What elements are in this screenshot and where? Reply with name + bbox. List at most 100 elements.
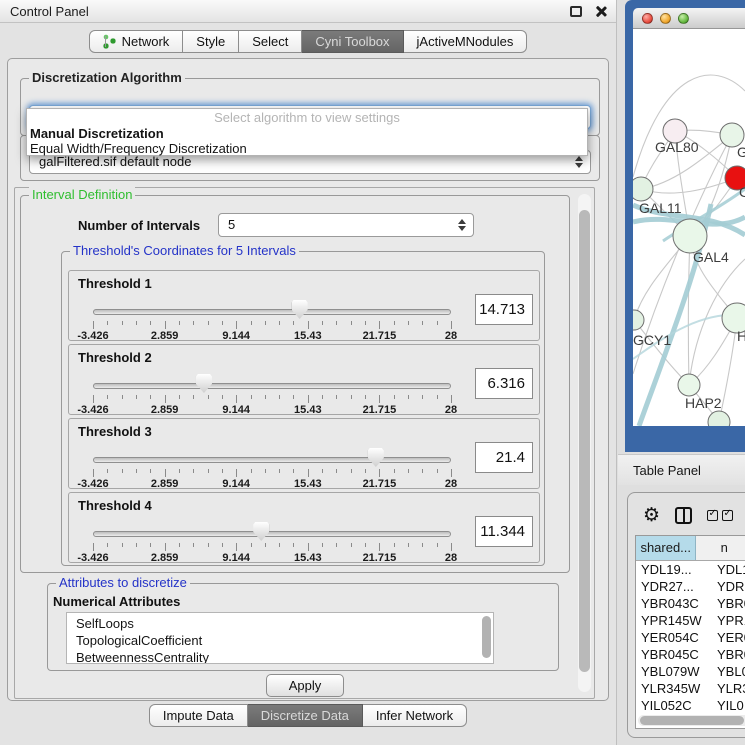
close-icon[interactable] [595, 6, 606, 17]
horizontal-scrollbar[interactable] [638, 715, 745, 726]
network-edge [688, 236, 690, 385]
apply-button[interactable]: Apply [266, 674, 344, 697]
slider-track[interactable] [93, 383, 451, 389]
tick-mark [365, 543, 366, 547]
cell-name[interactable]: YBR0 [712, 595, 745, 612]
list-scrollbar-thumb[interactable] [482, 616, 491, 658]
cell-shared-name[interactable]: YBR045C [636, 646, 712, 663]
vertical-scrollbar[interactable] [578, 194, 591, 692]
table-row[interactable]: YBL079WYBL0 [636, 663, 745, 680]
cell-name[interactable]: YBR0 [712, 646, 745, 663]
cell-name[interactable]: YDR2 [712, 578, 745, 595]
gear-icon[interactable]: ⚙ [643, 506, 660, 525]
tick-mark [208, 321, 209, 325]
slider-thumb[interactable] [253, 522, 269, 541]
popup-item-equal-width-frequency-discretization[interactable]: Equal Width/Frequency Discretization [27, 141, 587, 156]
cell-shared-name[interactable]: YBR043C [636, 595, 712, 612]
table-row[interactable]: YDR27...YDR2 [636, 578, 745, 595]
tab-impute-data[interactable]: Impute Data [149, 704, 248, 727]
checkbox-checked-icon[interactable] [707, 510, 718, 521]
network-node[interactable] [633, 310, 644, 330]
slider-track[interactable] [93, 309, 451, 315]
cell-shared-name[interactable]: YBL079W [636, 663, 712, 680]
tab-cyni-toolbox[interactable]: Cyni Toolbox [302, 30, 403, 53]
threshold-value-field[interactable]: 14.713 [475, 294, 533, 325]
threshold-label: Threshold 4 [78, 498, 152, 513]
tick-mark [365, 321, 366, 325]
table-row[interactable]: YPR145WYPR1 [636, 612, 745, 629]
tick-mark [122, 395, 123, 399]
tick-mark [394, 395, 395, 399]
tab-discretize-data[interactable]: Discretize Data [248, 704, 363, 727]
column-header-name[interactable]: n [696, 536, 745, 560]
tick-mark [236, 321, 237, 329]
slider-track[interactable] [93, 531, 451, 537]
table-row[interactable]: YIL052CYIL0 [636, 697, 745, 714]
table-row[interactable]: YER054CYER0 [636, 629, 745, 646]
threshold-value-field[interactable]: 11.344 [475, 516, 533, 547]
scale-label: 15.43 [294, 404, 322, 416]
tick-mark [165, 395, 166, 403]
vertical-scrollbar-thumb[interactable] [579, 210, 590, 672]
intervals-select[interactable]: 5 [218, 213, 474, 237]
network-node[interactable] [633, 177, 653, 201]
threshold-value-field[interactable]: 21.4 [475, 442, 533, 473]
network-node[interactable] [708, 411, 730, 426]
tick-mark [122, 469, 123, 473]
attribute-item-selfloops[interactable]: SelfLoops [76, 615, 493, 632]
tab-style[interactable]: Style [183, 30, 239, 53]
network-canvas[interactable]: GAL80GCGAL11GAL4GCY1HHAP2 [633, 29, 745, 426]
cell-shared-name[interactable]: YLR345W [636, 680, 712, 697]
column-header-shared-name[interactable]: shared... [636, 536, 696, 560]
cell-name[interactable]: YIL0 [712, 697, 744, 714]
checkbox-checked-icon[interactable] [722, 510, 733, 521]
table-row[interactable]: YBR045CYBR0 [636, 646, 745, 663]
scale-label: 15.43 [294, 552, 322, 564]
slider-thumb[interactable] [196, 374, 212, 393]
scale-label: 21.715 [363, 552, 397, 564]
tick-mark [322, 321, 323, 325]
attribute-item-betweennesscentrality[interactable]: BetweennessCentrality [76, 649, 493, 664]
minimize-traffic-light[interactable] [660, 13, 671, 24]
tick-mark [451, 321, 452, 329]
cell-name[interactable]: YBL0 [712, 663, 745, 680]
table-row[interactable]: YDL19...YDL1 [636, 561, 745, 578]
tick-mark [93, 321, 94, 329]
attributes-group: Attributes to discretize Numerical Attri… [47, 583, 559, 671]
split-columns-icon[interactable] [675, 507, 692, 524]
cell-shared-name[interactable]: YDR27... [636, 578, 712, 595]
cell-shared-name[interactable]: YDL19... [636, 561, 712, 578]
tab-infer-network[interactable]: Infer Network [363, 704, 467, 727]
tab-network[interactable]: Network [89, 30, 184, 53]
cell-name[interactable]: YLR3 [712, 680, 745, 697]
cell-shared-name[interactable]: YPR145W [636, 612, 712, 629]
tick-mark [279, 543, 280, 547]
tick-mark [379, 469, 380, 477]
slider-thumb[interactable] [292, 300, 308, 319]
group-title: Threshold's Coordinates for 5 Intervals [70, 243, 299, 258]
table-row[interactable]: YBR043CYBR0 [636, 595, 745, 612]
threshold-value-field[interactable]: 6.316 [475, 368, 533, 399]
network-node[interactable] [673, 219, 707, 253]
slider-thumb[interactable] [368, 448, 384, 467]
tab-label: Infer Network [376, 705, 453, 726]
cell-shared-name[interactable]: YIL052C [636, 697, 712, 714]
network-window-titlebar[interactable] [633, 8, 745, 29]
tick-mark [293, 395, 294, 399]
attribute-item-topologicalcoefficient[interactable]: TopologicalCoefficient [76, 632, 493, 649]
slider-track[interactable] [93, 457, 451, 463]
zoom-traffic-light[interactable] [678, 13, 689, 24]
tab-jactivemnodules[interactable]: jActiveMNodules [404, 30, 528, 53]
cell-name[interactable]: YPR1 [712, 612, 745, 629]
network-node[interactable] [678, 374, 700, 396]
close-traffic-light[interactable] [642, 13, 653, 24]
cell-name[interactable]: YDL1 [712, 561, 745, 578]
cell-name[interactable]: YER0 [712, 629, 745, 646]
tick-mark [394, 321, 395, 325]
popup-item-manual-discretization[interactable]: Manual Discretization [27, 126, 587, 141]
table-row[interactable]: YLR345WYLR3 [636, 680, 745, 697]
cell-shared-name[interactable]: YER054C [636, 629, 712, 646]
horizontal-scrollbar-thumb[interactable] [640, 716, 744, 725]
tab-select[interactable]: Select [239, 30, 302, 53]
float-window-icon[interactable] [570, 6, 582, 17]
